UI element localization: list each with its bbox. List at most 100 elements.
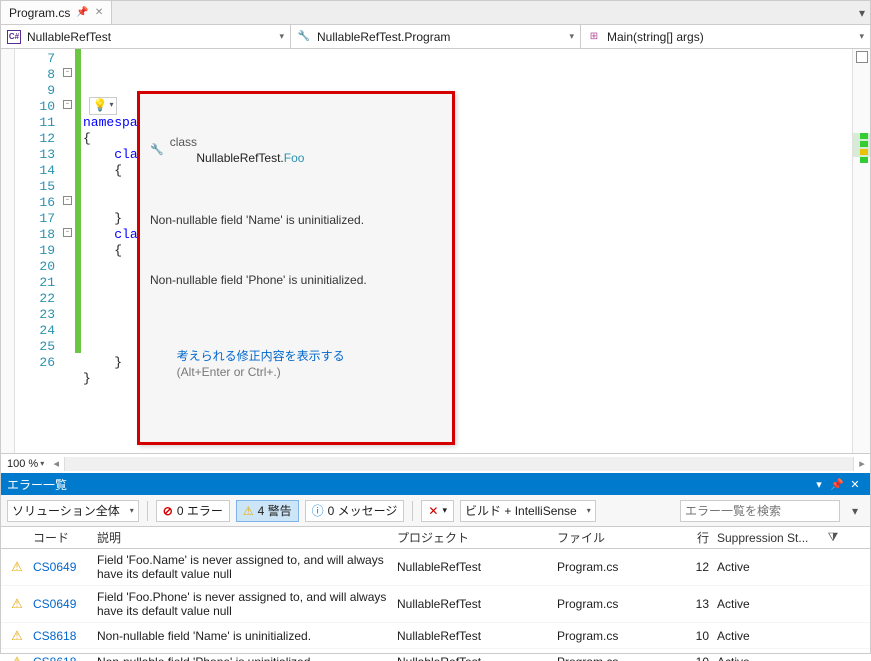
error-icon: ⊘: [163, 504, 173, 518]
col-file[interactable]: ファイル: [553, 529, 673, 546]
warning-icon: ⚠: [11, 654, 23, 661]
document-tab-bar: Program.cs 📌 ✕ ▾: [1, 1, 870, 25]
error-row[interactable]: ⚠ CS0649 Field 'Foo.Phone' is never assign…: [1, 586, 870, 623]
quickinfo-tooltip: 🔧 class NullableRefTest.Foo Non-nullable…: [137, 91, 455, 445]
tooltip-diagnostic: Non-nullable field 'Phone' is uninitiali…: [150, 272, 442, 288]
info-icon: ⓘ: [312, 502, 324, 519]
code-editor[interactable]: 7891011121314151617181920212223242526 --…: [1, 49, 870, 453]
error-row[interactable]: ⚠ CS8618 Non-nullable field 'Phone' is uni…: [1, 649, 870, 661]
error-list-titlebar[interactable]: エラー一覧 ▾ 📌 ✕: [1, 473, 870, 495]
error-code-link[interactable]: CS0649: [33, 597, 76, 611]
line-number-gutter: 7891011121314151617181920212223242526: [15, 49, 61, 453]
document-tab[interactable]: Program.cs 📌 ✕: [1, 1, 112, 24]
clear-filter-icon: ✕: [428, 504, 438, 518]
col-line[interactable]: 行: [673, 529, 713, 546]
error-list-toolbar: ソリューション全体 ▾ ⊘ 0 エラー ⚠ 4 警告 ⓘ 0 メッセージ ✕▾ …: [1, 495, 870, 527]
error-suppression: Active: [713, 597, 823, 611]
class-icon: 🔧: [150, 142, 164, 158]
lightbulb-icon: 💡: [93, 98, 108, 114]
pin-icon[interactable]: 📌: [828, 478, 846, 491]
navigation-bar: C# NullableRefTest ▾ 🔧 NullableRefTest.P…: [1, 25, 870, 49]
error-code-link[interactable]: CS8618: [33, 629, 76, 643]
tab-overflow-dropdown[interactable]: ▾: [854, 6, 870, 20]
lightbulb-button[interactable]: 💡 ▾: [89, 97, 117, 115]
error-suppression: Active: [713, 560, 823, 574]
method-icon: ⊞: [587, 30, 601, 44]
col-description[interactable]: 説明: [93, 529, 393, 546]
overview-ruler[interactable]: [852, 49, 870, 453]
errors-count: 0 エラー: [177, 502, 223, 519]
chevron-down-icon: ▾: [587, 506, 591, 515]
error-suppression: Active: [713, 629, 823, 643]
source-combo[interactable]: ビルド + IntelliSense ▾: [460, 500, 596, 522]
pin-icon[interactable]: 📌: [76, 7, 88, 18]
messages-count: 0 メッセージ: [328, 502, 398, 519]
code-area[interactable]: namespace NullableRefTest{ class Foo { p…: [81, 49, 852, 453]
error-search-input[interactable]: [680, 500, 840, 522]
error-line: 12: [673, 560, 713, 574]
member-combo-text: Main(string[] args): [607, 30, 704, 44]
warning-icon: ⚠: [11, 628, 23, 643]
scope-combo[interactable]: ソリューション全体 ▾: [7, 500, 139, 522]
error-code-link[interactable]: CS0649: [33, 560, 76, 574]
messages-filter-button[interactable]: ⓘ 0 メッセージ: [305, 500, 405, 522]
chevron-down-icon: ▾: [109, 98, 113, 114]
col-project[interactable]: プロジェクト: [393, 529, 553, 546]
error-file: Program.cs: [553, 560, 673, 574]
outlining-margin[interactable]: ----: [61, 49, 75, 453]
class-icon: 🔧: [297, 30, 311, 44]
horizontal-scrollbar[interactable]: [64, 457, 854, 471]
error-search-box[interactable]: [680, 500, 840, 522]
member-combo[interactable]: ⊞ Main(string[] args) ▾: [581, 25, 870, 48]
tooltip-kind: class: [170, 135, 197, 149]
project-combo[interactable]: C# NullableRefTest ▾: [1, 25, 291, 48]
error-project: NullableRefTest: [393, 629, 553, 643]
error-row[interactable]: ⚠CS0649Field 'Foo.Name' is never assigne…: [1, 549, 870, 586]
close-icon[interactable]: ✕: [95, 7, 103, 18]
error-grid-header[interactable]: コード 説明 プロジェクト ファイル 行 Suppression St... ⧩: [1, 527, 870, 549]
error-grid-body[interactable]: ⚠ CS0649 Field 'Foo.Name' is never assigne…: [1, 549, 870, 661]
warning-icon: ⚠: [243, 504, 254, 518]
error-line: 10: [673, 655, 713, 661]
error-line: 13: [673, 597, 713, 611]
filter-icon[interactable]: ⧩: [823, 530, 843, 545]
search-dropdown-icon[interactable]: ▾: [846, 504, 864, 518]
panel-title: エラー一覧: [7, 476, 67, 493]
error-description: Field 'Foo.Name' is never assigned to, a…: [93, 553, 393, 581]
error-file: Program.cs: [553, 597, 673, 611]
show-fixes-link[interactable]: 考えられる修正内容を表示する: [177, 349, 345, 363]
chevron-down-icon: ▾: [569, 31, 574, 42]
error-code-link[interactable]: CS8618: [33, 655, 76, 661]
chevron-down-icon: ▾: [130, 506, 134, 515]
split-editor-icon[interactable]: [856, 51, 868, 63]
error-description: Field 'Foo.Phone' is never assigned to, …: [93, 590, 393, 618]
error-project: NullableRefTest: [393, 597, 553, 611]
col-suppression[interactable]: Suppression St...: [713, 531, 823, 545]
col-code[interactable]: コード: [29, 529, 93, 546]
error-description: Non-nullable field 'Phone' is uninitiali…: [93, 655, 393, 661]
warnings-filter-button[interactable]: ⚠ 4 警告: [236, 500, 299, 522]
zoom-combo[interactable]: 100 % ▾: [1, 458, 48, 470]
errors-filter-button[interactable]: ⊘ 0 エラー: [156, 500, 230, 522]
tab-title: Program.cs: [9, 6, 70, 20]
tooltip-typename: Foo: [284, 151, 305, 165]
error-project: NullableRefTest: [393, 560, 553, 574]
warnings-count: 4 警告: [258, 502, 292, 519]
close-icon[interactable]: ✕: [846, 478, 864, 491]
scroll-left-button[interactable]: ◂: [48, 457, 64, 470]
tooltip-diagnostic: Non-nullable field 'Name' is uninitializ…: [150, 212, 442, 228]
error-suppression: Active: [713, 655, 823, 661]
error-file: Program.cs: [553, 655, 673, 661]
scroll-right-button[interactable]: ▸: [854, 457, 870, 470]
error-project: NullableRefTest: [393, 655, 553, 661]
indicator-margin: [1, 49, 15, 453]
chevron-down-icon: ▾: [859, 31, 864, 42]
error-row[interactable]: ⚠CS8618Non-nullable field 'Name' is unin…: [1, 623, 870, 649]
window-menu-icon[interactable]: ▾: [810, 478, 828, 491]
type-combo[interactable]: 🔧 NullableRefTest.Program ▾: [291, 25, 581, 48]
error-line: 10: [673, 629, 713, 643]
source-text: ビルド + IntelliSense: [465, 502, 577, 519]
warning-icon: ⚠: [11, 596, 23, 611]
clear-filters-button[interactable]: ✕▾: [421, 500, 454, 522]
chevron-down-icon: ▾: [40, 459, 44, 468]
